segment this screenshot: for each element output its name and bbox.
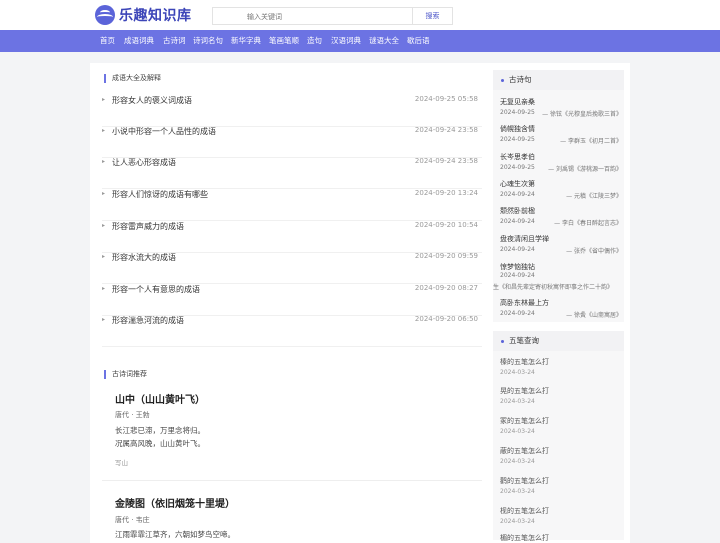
poetry-line-meta: 2024-09-25— 李群玉《初月二首》 xyxy=(500,136,622,145)
wubi-item-title[interactable]: 楣的五笔怎么打 xyxy=(500,533,549,543)
search-input[interactable]: 输入关键词 xyxy=(212,7,413,25)
poem-title[interactable]: 金陵图（依旧烟笼十里堤） xyxy=(115,495,235,510)
site-logo[interactable]: 乐趣知识库 xyxy=(95,5,192,25)
poem-line: 长江悲已滞，万里念将归。 xyxy=(115,426,205,435)
list-item[interactable]: ▸ 让人恶心形容成语 2024-09-24 23:58 xyxy=(102,157,482,189)
wubi-item-date: 2024-03-24 xyxy=(500,518,535,525)
wubi-item-date: 2024-03-24 xyxy=(500,458,535,465)
list-item[interactable]: ▸ 形容人们惊讶的成语有哪些 2024-09-20 13:24 xyxy=(102,189,482,221)
wubi-header: 五笔查询 xyxy=(493,331,624,351)
poem-author[interactable]: 唐代 · 韦庄 xyxy=(115,515,150,525)
poetry-line-title[interactable]: 心魂生次第 xyxy=(500,179,535,189)
poem-tag[interactable]: 写山 xyxy=(115,457,128,467)
divider xyxy=(102,480,482,481)
poetry-line-title[interactable]: 颓然卧前楹 xyxy=(500,206,535,216)
poetry-lines-header: 古诗句 xyxy=(493,70,624,90)
wubi-item-title[interactable]: 枧的五笔怎么打 xyxy=(500,506,549,516)
list-item[interactable]: ▸ 形容湍急河流的成语 2024-09-20 06:50 xyxy=(102,315,482,347)
wubi-item-title[interactable]: 冢的五笔怎么打 xyxy=(500,416,549,426)
poem-line: 江雨霏霏江草齐，六朝如梦鸟空啼。 xyxy=(115,530,235,539)
wubi-item-title[interactable]: 晃的五笔怎么打 xyxy=(500,386,549,396)
wubi-item-title[interactable]: 榛的五笔怎么打 xyxy=(500,357,549,367)
poetry-line-meta: 2024-09-24— 元稹《江陵三梦》 xyxy=(500,191,622,200)
list-item[interactable]: ▸ 形容一个人有意思的成语 2024-09-20 08:27 xyxy=(102,284,482,316)
logo-icon xyxy=(95,5,115,25)
poem-author[interactable]: 唐代 · 王勃 xyxy=(115,410,150,420)
bullet-icon xyxy=(501,78,504,82)
list-item[interactable]: ▸ 形容雷声威力的成语 2024-09-20 10:54 xyxy=(102,221,482,253)
site-header: 乐趣知识库 输入关键词 搜索 xyxy=(0,0,720,30)
poetry-line-title[interactable]: 倘幌独含情 xyxy=(500,124,535,134)
poem-title[interactable]: 山中（山山黄叶飞） xyxy=(115,391,205,406)
poetry-line-meta: 2024-09-24— 徐夤《山斋寓居》 xyxy=(500,310,622,319)
chevron-right-icon: ▸ xyxy=(102,222,106,229)
wubi-item-date: 2024-03-24 xyxy=(500,398,535,405)
chevron-right-icon: ▸ xyxy=(102,316,106,323)
list-item[interactable]: ▸ 形容水流大的成语 2024-09-20 09:59 xyxy=(102,252,482,284)
wubi-item-date: 2024-03-24 xyxy=(500,369,535,376)
search-button[interactable]: 搜索 xyxy=(413,7,453,25)
chevron-right-icon: ▸ xyxy=(102,190,106,197)
nav-famous-lines[interactable]: 诗词名句 xyxy=(193,30,223,52)
chevron-right-icon: ▸ xyxy=(102,96,106,103)
nav-sentence[interactable]: 造句 xyxy=(307,30,322,52)
poem-line: 况属高风晚，山山黄叶飞。 xyxy=(115,439,205,448)
wubi-item-date: 2024-03-24 xyxy=(500,428,535,435)
poetry-line-title[interactable]: 高卧东林最上方 xyxy=(500,298,549,308)
poetry-line-source[interactable]: 生《和昌先辈定寄初秋寓怀即事之作二十韵》 xyxy=(493,282,624,291)
poetry-line-title[interactable]: 盘夜清闲且学禅 xyxy=(500,234,549,244)
wubi-item-title[interactable]: 鹳的五笔怎么打 xyxy=(500,476,549,486)
list-item[interactable]: ▸ 形容女人的褒义词成语 2024-09-25 05:58 xyxy=(102,95,482,127)
poetry-line-meta: 2024-09-24— 张乔《省中偶作》 xyxy=(500,246,622,255)
idiom-section-title: 成语大全及解释 xyxy=(104,74,161,83)
nav-idiom-dictionary[interactable]: 成语词典 xyxy=(124,30,154,52)
chevron-right-icon: ▸ xyxy=(102,253,106,260)
logo-text: 乐趣知识库 xyxy=(119,8,192,24)
poetry-line-meta: 2024-09-25— 刘禹锡《游桃源一百韵》 xyxy=(500,164,622,173)
poetry-line-title[interactable]: 惊梦恼独钻 xyxy=(500,262,535,272)
nav-home[interactable]: 首页 xyxy=(100,30,115,52)
nav-xinhua-dictionary[interactable]: 新华字典 xyxy=(231,30,261,52)
wubi-item-title[interactable]: 蔽的五笔怎么打 xyxy=(500,446,549,456)
wubi-item-date: 2024-03-24 xyxy=(500,488,535,495)
nav-chinese-dictionary[interactable]: 汉语词典 xyxy=(331,30,361,52)
poem-section-title: 古诗词推荐 xyxy=(104,370,147,379)
chevron-right-icon: ▸ xyxy=(102,127,106,134)
list-item[interactable]: ▸ 小说中形容一个人品性的成语 2024-09-24 23:58 xyxy=(102,126,482,158)
poetry-line-meta: 2024-09-25— 徐铉《光穆皇后挽歌三首》 xyxy=(500,109,622,118)
nav-stroke-order[interactable]: 笔画笔顺 xyxy=(269,30,299,52)
nav-riddles[interactable]: 谜语大全 xyxy=(369,30,399,52)
bullet-icon xyxy=(501,339,504,343)
poetry-line-title[interactable]: 长岑思孝伯 xyxy=(500,152,535,162)
chevron-right-icon: ▸ xyxy=(102,158,106,165)
poetry-line-meta: 2024-09-24— 李白《春日醉起言志》 xyxy=(500,218,622,227)
main-nav: 首页 成语词典 古诗词 诗词名句 新华字典 笔画笔顺 造句 汉语词典 谜语大全 … xyxy=(0,30,720,52)
nav-xiehouyu[interactable]: 歇后语 xyxy=(407,30,430,52)
chevron-right-icon: ▸ xyxy=(102,285,106,292)
poetry-line-meta: 2024-09-24 xyxy=(500,272,535,279)
poetry-line-title[interactable]: 无复见亲桑 xyxy=(500,97,535,107)
nav-poetry[interactable]: 古诗词 xyxy=(163,30,186,52)
